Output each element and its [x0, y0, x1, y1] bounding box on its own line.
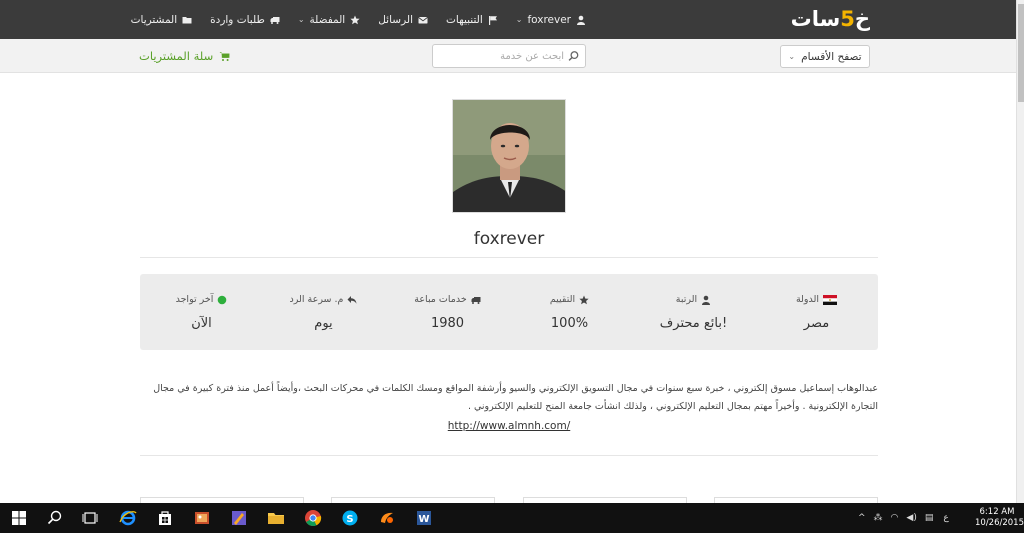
skype-icon[interactable]: S — [340, 508, 360, 528]
page-scrollbar[interactable] — [1016, 0, 1024, 503]
profile-avatar — [452, 99, 566, 213]
app-icon[interactable] — [377, 508, 397, 528]
internet-explorer-icon[interactable] — [118, 508, 138, 528]
volume-icon[interactable]: ◀) — [906, 513, 916, 523]
svg-text:S: S — [346, 514, 353, 525]
stat-last-seen: آخر تواجد الآن — [140, 274, 263, 350]
nav-purchases[interactable]: المشتريات — [131, 14, 193, 26]
user-icon — [702, 295, 711, 305]
chevron-up-icon[interactable]: ^ — [858, 513, 866, 523]
profile-stats-panel: الدولة مصر الرتبة بائع محترف! التقييم 10… — [140, 274, 878, 350]
nav-incoming-orders[interactable]: طلبات واردة — [210, 14, 280, 26]
shopping-cart-icon — [219, 51, 230, 61]
system-tray: ^ ⁂ ◠ ◀) ▤ ع — [858, 503, 949, 533]
chrome-icon[interactable] — [303, 508, 323, 528]
stat-rank: الرتبة بائع محترف! — [659, 294, 728, 331]
wifi-icon[interactable]: ◠ — [891, 513, 899, 523]
cart-link[interactable]: سلة المشتريات — [139, 49, 230, 63]
user-icon — [577, 15, 585, 25]
flag-icon — [488, 15, 497, 25]
language-indicator[interactable]: ع — [943, 513, 948, 523]
word-icon[interactable]: W — [414, 508, 434, 528]
folder-icon — [182, 16, 192, 23]
chevron-down-icon: ⌄ — [297, 15, 305, 24]
network-icon[interactable]: ⁂ — [874, 513, 883, 523]
divider — [140, 455, 878, 456]
nav-notifications[interactable]: التنبيهات — [446, 14, 498, 26]
stat-services-sold: خدمات مباعة 1980 — [386, 274, 509, 350]
windows-taskbar: S W ^ ⁂ ◠ ◀) ▤ ع 6:12 AM 10/26/2015 — [0, 503, 1024, 533]
action-center-icon[interactable]: ▤ — [925, 513, 934, 523]
truck-icon — [471, 296, 481, 304]
nav-user-menu[interactable]: foxrever ⌄ — [516, 14, 586, 26]
profile-website-link[interactable]: http://www.almnh.com/ — [140, 420, 878, 432]
taskbar-clock[interactable]: 6:12 AM 10/26/2015 — [975, 507, 1024, 529]
reply-icon — [347, 295, 357, 304]
file-explorer-icon[interactable] — [266, 508, 286, 528]
star-icon — [350, 15, 360, 24]
search-icon[interactable] — [568, 50, 579, 62]
profile-username: foxrever — [473, 229, 545, 249]
nav-messages[interactable]: الرسائل — [378, 14, 428, 26]
search-icon[interactable] — [45, 508, 65, 528]
envelope-icon — [418, 16, 428, 23]
paint-app-icon[interactable] — [229, 508, 249, 528]
online-dot-icon — [218, 295, 227, 304]
svg-text:W: W — [418, 514, 429, 525]
divider — [140, 257, 878, 258]
profile-bio: عبدالوهاب إسماعيل مسوق إلكتروني ، خبرة س… — [153, 383, 878, 412]
scrollbar-thumb[interactable] — [1018, 4, 1024, 102]
truck-icon — [270, 16, 280, 24]
browse-categories-dropdown[interactable]: تصفح الأقسام ⌄ — [780, 45, 870, 68]
chevron-down-icon: ⌄ — [788, 52, 796, 61]
stat-response-speed: م. سرعة الرد يوم — [262, 274, 385, 350]
store-icon[interactable] — [155, 508, 175, 528]
nav-favorites[interactable]: المفضلة ⌄ — [298, 14, 360, 26]
main-nav: foxrever ⌄ التنبيهات الرسائل المفضلة ⌄ ط… — [131, 0, 586, 39]
stat-country: الدولة مصر — [755, 274, 878, 350]
task-view-icon[interactable] — [80, 508, 100, 528]
khamsat-logo[interactable]: خ5سات — [791, 7, 871, 33]
star-icon — [579, 295, 589, 304]
image-viewer-icon[interactable] — [192, 508, 212, 528]
top-navbar: خ5سات foxrever ⌄ التنبيهات الرسائل المفض… — [0, 0, 1016, 39]
sub-navbar: تصفح الأقسام ⌄ سلة المشتريات — [0, 39, 1016, 73]
egypt-flag-icon — [823, 294, 838, 305]
search-input[interactable] — [439, 50, 568, 62]
windows-start-icon[interactable] — [9, 508, 29, 528]
stat-rating: التقييم 100% — [549, 294, 589, 331]
search-box[interactable] — [432, 44, 586, 68]
chevron-down-icon: ⌄ — [515, 15, 523, 24]
